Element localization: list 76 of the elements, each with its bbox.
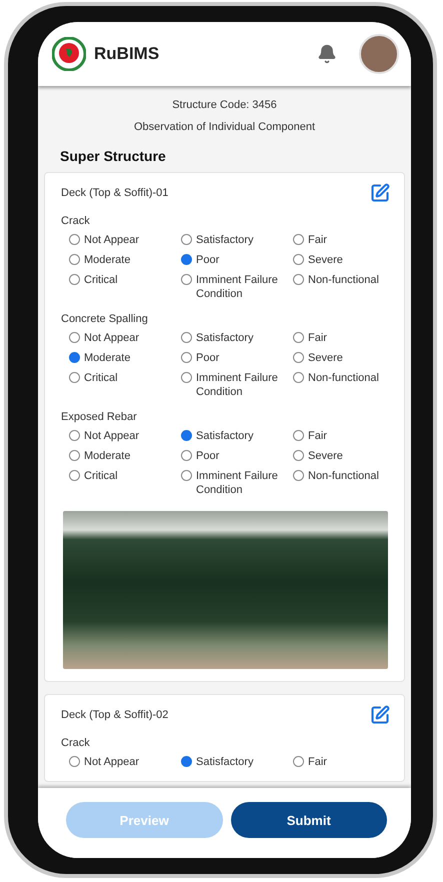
radio-icon[interactable]: [181, 352, 192, 363]
radio-icon[interactable]: [293, 274, 304, 285]
radio-icon[interactable]: [69, 274, 80, 285]
structure-code: Structure Code: 3456: [171, 98, 278, 113]
radio-option[interactable]: Critical: [69, 273, 181, 301]
radio-icon[interactable]: [69, 332, 80, 343]
section-title: Super Structure: [60, 148, 167, 164]
radio-icon[interactable]: [69, 372, 80, 383]
radio-option[interactable]: Not Appear: [69, 755, 181, 769]
radio-icon[interactable]: [181, 372, 192, 383]
radio-icon[interactable]: [293, 234, 304, 245]
radio-option[interactable]: Poor: [181, 449, 293, 463]
radio-option[interactable]: Severe: [293, 253, 403, 267]
radio-option[interactable]: Satisfactory: [181, 233, 293, 247]
page-subtitle: Observation of Individual Component: [133, 120, 316, 135]
app-title: RuBIMS: [94, 44, 160, 64]
radio-icon[interactable]: [181, 274, 192, 285]
group-label: Concrete Spalling: [61, 313, 149, 325]
radio-option[interactable]: Satisfactory: [181, 331, 293, 345]
radio-option[interactable]: Satisfactory: [181, 429, 293, 443]
radio-option[interactable]: Severe: [293, 449, 403, 463]
component-title: Deck (Top & Soffit)-01: [61, 187, 168, 199]
radio-option[interactable]: Fair: [293, 233, 403, 247]
radio-icon[interactable]: [69, 470, 80, 481]
radio-option[interactable]: Non-functional: [293, 273, 403, 301]
radio-option[interactable]: Fair: [293, 429, 403, 443]
radio-option[interactable]: Imminent Failure Condition: [181, 469, 293, 497]
radio-icon[interactable]: [293, 450, 304, 461]
radio-option[interactable]: Critical: [69, 469, 181, 497]
radio-icon[interactable]: [69, 234, 80, 245]
radio-icon[interactable]: [293, 372, 304, 383]
radio-icon[interactable]: [69, 430, 80, 441]
group-label: Crack: [61, 215, 91, 227]
radio-icon[interactable]: [293, 430, 304, 441]
radio-icon[interactable]: [293, 470, 304, 481]
radio-option[interactable]: Not Appear: [69, 331, 181, 345]
radio-icon[interactable]: [181, 332, 192, 343]
radio-icon[interactable]: [69, 254, 80, 265]
radio-icon[interactable]: [181, 430, 192, 441]
radio-option[interactable]: Satisfactory: [181, 755, 293, 769]
avatar-icon[interactable]: [359, 34, 399, 74]
radio-option[interactable]: Poor: [181, 253, 293, 267]
radio-icon[interactable]: [69, 352, 80, 363]
logo-icon: [52, 37, 86, 71]
radio-icon[interactable]: [293, 352, 304, 363]
radio-option[interactable]: Fair: [293, 755, 403, 769]
group-label: Crack: [61, 737, 91, 749]
radio-icon[interactable]: [181, 470, 192, 481]
notification-bell-icon[interactable]: [317, 44, 337, 64]
radio-option[interactable]: Poor: [181, 351, 293, 365]
radio-option[interactable]: Severe: [293, 351, 403, 365]
group-label: Exposed Rebar: [61, 411, 138, 423]
radio-icon[interactable]: [293, 756, 304, 767]
radio-option[interactable]: Non-functional: [293, 371, 403, 399]
radio-icon[interactable]: [181, 254, 192, 265]
radio-icon[interactable]: [181, 234, 192, 245]
radio-option[interactable]: Not Appear: [69, 429, 181, 443]
radio-option[interactable]: Critical: [69, 371, 181, 399]
component-title: Deck (Top & Soffit)-02: [61, 709, 168, 721]
radio-icon[interactable]: [181, 450, 192, 461]
radio-option[interactable]: Moderate: [69, 449, 181, 463]
radio-option[interactable]: Fair: [293, 331, 403, 345]
radio-icon[interactable]: [181, 756, 192, 767]
radio-option[interactable]: Non-functional: [293, 469, 403, 497]
radio-icon[interactable]: [69, 756, 80, 767]
radio-icon[interactable]: [69, 450, 80, 461]
action-button[interactable]: Submit: [230, 802, 387, 838]
edit-icon[interactable]: [370, 183, 390, 203]
edit-icon[interactable]: [370, 705, 390, 725]
radio-option[interactable]: Not Appear: [69, 233, 181, 247]
radio-icon[interactable]: [293, 254, 304, 265]
radio-option[interactable]: Moderate: [69, 351, 181, 365]
radio-option[interactable]: Imminent Failure Condition: [181, 273, 293, 301]
radio-icon[interactable]: [293, 332, 304, 343]
radio-option[interactable]: Moderate: [69, 253, 181, 267]
radio-option[interactable]: Imminent Failure Condition: [181, 371, 293, 399]
